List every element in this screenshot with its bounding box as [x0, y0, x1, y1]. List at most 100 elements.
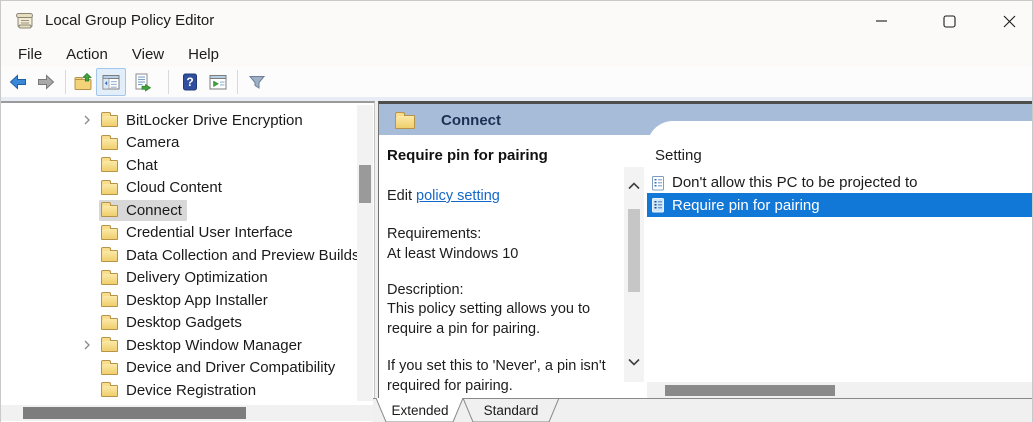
requirements-value: At least Windows 10: [387, 245, 632, 265]
description-vscroll-thumb[interactable]: [628, 209, 640, 292]
tree-item-desktop-window-manager[interactable]: Desktop Window Manager: [1, 334, 357, 357]
tree-horizontal-scrollbar[interactable]: [1, 405, 374, 421]
tree-list: BitLocker Drive Encryption Camera Chat C…: [1, 109, 357, 402]
folder-icon: [101, 205, 118, 217]
description-label: Description:: [387, 281, 632, 301]
tab-extended[interactable]: Extended: [376, 398, 463, 422]
folder-icon: [101, 318, 118, 330]
selected-tree-highlight: Connect: [99, 200, 187, 221]
console-tree-button[interactable]: [96, 68, 126, 96]
folder-icon: [101, 340, 118, 352]
tree-vertical-scrollbar[interactable]: [357, 105, 373, 401]
toolbar-separator: [168, 70, 169, 94]
gpedit-scroll-icon: [14, 10, 36, 32]
requirements-block: Requirements: At least Windows 10: [387, 225, 632, 264]
window-title: Local Group Policy Editor: [45, 12, 214, 29]
tree-item-cloud-content[interactable]: Cloud Content: [1, 177, 357, 200]
tree-item-chat[interactable]: Chat: [1, 154, 357, 177]
filter-button[interactable]: [246, 71, 268, 93]
setting-column-header[interactable]: Setting: [655, 147, 702, 164]
tab-standard[interactable]: Standard: [463, 398, 559, 422]
expand-chevron-icon[interactable]: [83, 339, 91, 351]
menu-bar: File Action View Help: [1, 41, 1032, 67]
folder-icon: [101, 183, 118, 195]
menu-action[interactable]: Action: [63, 45, 111, 64]
extended-pane-button[interactable]: [207, 71, 229, 93]
tree-item-data-collection[interactable]: Data Collection and Preview Builds: [1, 244, 357, 267]
folder-icon: [101, 295, 118, 307]
tree-item-delivery-optimization[interactable]: Delivery Optimization: [1, 267, 357, 290]
toolbar-separator: [237, 70, 238, 94]
description-paragraph-2: If you set this to 'Never', a pin isn't …: [387, 357, 632, 396]
tree-item-bitlocker[interactable]: BitLocker Drive Encryption: [1, 109, 357, 132]
view-tabs: Extended Standard: [373, 398, 583, 422]
help-button[interactable]: ?: [179, 71, 201, 93]
selected-policy-title: Require pin for pairing: [387, 147, 548, 164]
folder-icon: [101, 115, 118, 127]
help-icon: ?: [180, 72, 200, 92]
export-list-button[interactable]: [132, 71, 154, 93]
tree-item-desktop-gadgets[interactable]: Desktop Gadgets: [1, 312, 357, 335]
up-folder-icon: [73, 72, 93, 92]
export-list-icon: [133, 72, 153, 92]
setting-row-dont-allow-projection[interactable]: Don't allow this PC to be projected to: [650, 172, 918, 193]
scroll-down-icon[interactable]: [628, 358, 640, 366]
tree-item-connect[interactable]: Connect: [1, 199, 357, 222]
scroll-up-icon[interactable]: [628, 182, 640, 190]
folder-icon: [101, 250, 118, 262]
tree-vscroll-thumb[interactable]: [359, 165, 371, 203]
forward-icon: [36, 72, 56, 92]
tree-item-device-registration[interactable]: Device Registration: [1, 379, 357, 402]
folder-icon: [101, 160, 118, 172]
result-pane: Connect Require pin for pairing Edit pol…: [378, 101, 1033, 422]
folder-icon: [395, 115, 415, 129]
console-tree-pane: BitLocker Drive Encryption Camera Chat C…: [1, 101, 375, 422]
tree-item-device-driver-compatibility[interactable]: Device and Driver Compatibility: [1, 357, 357, 380]
folder-icon: [101, 228, 118, 240]
list-hscroll-thumb[interactable]: [665, 385, 835, 396]
policy-setting-link[interactable]: policy setting: [416, 188, 500, 204]
back-button[interactable]: [7, 71, 29, 93]
local-group-policy-editor-window: Local Group Policy Editor File Action Vi…: [0, 0, 1033, 422]
folder-icon: [101, 273, 118, 285]
setting-row-require-pin-selected[interactable]: Require pin for pairing: [647, 193, 1033, 217]
maximize-icon: [943, 15, 956, 28]
edit-prefix: Edit: [387, 188, 416, 204]
up-folder-button[interactable]: [72, 71, 94, 93]
close-button[interactable]: [986, 1, 1032, 41]
svg-text:Extended: Extended: [391, 403, 448, 418]
console-tree-icon: [101, 72, 121, 92]
svg-text:Standard: Standard: [484, 403, 539, 418]
description-paragraph-1: This policy setting allows you to requir…: [387, 300, 632, 339]
menu-view[interactable]: View: [129, 45, 167, 64]
extended-pane-icon: [208, 72, 228, 92]
settings-list-surface: [647, 121, 1033, 401]
minimize-button[interactable]: [859, 1, 905, 41]
description-vertical-scrollbar[interactable]: [624, 167, 644, 382]
expand-chevron-icon[interactable]: [83, 114, 91, 126]
toolbar: ?: [1, 67, 1032, 97]
forward-button[interactable]: [35, 71, 57, 93]
policy-doc-icon: [650, 197, 666, 213]
maximize-button[interactable]: [926, 1, 972, 41]
filter-icon: [247, 72, 267, 92]
menu-help[interactable]: Help: [185, 45, 222, 64]
back-icon: [8, 72, 28, 92]
toolbar-separator: [65, 70, 66, 94]
minimize-icon: [876, 15, 888, 27]
folder-icon: [101, 363, 118, 375]
folder-icon: [101, 138, 118, 150]
band-title: Connect: [441, 112, 501, 129]
tree-item-desktop-app-installer[interactable]: Desktop App Installer: [1, 289, 357, 312]
svg-text:?: ?: [186, 75, 193, 89]
folder-icon: [101, 385, 118, 397]
title-bar: Local Group Policy Editor: [1, 1, 1032, 41]
tree-hscroll-thumb[interactable]: [23, 407, 246, 419]
tree-item-credential-user-interface[interactable]: Credential User Interface: [1, 222, 357, 245]
policy-doc-icon: [650, 175, 666, 191]
edit-policy-line: Edit policy setting: [387, 188, 500, 204]
requirements-label: Requirements:: [387, 225, 632, 245]
tree-item-camera[interactable]: Camera: [1, 132, 357, 155]
menu-file[interactable]: File: [15, 45, 45, 64]
close-icon: [1003, 15, 1016, 28]
